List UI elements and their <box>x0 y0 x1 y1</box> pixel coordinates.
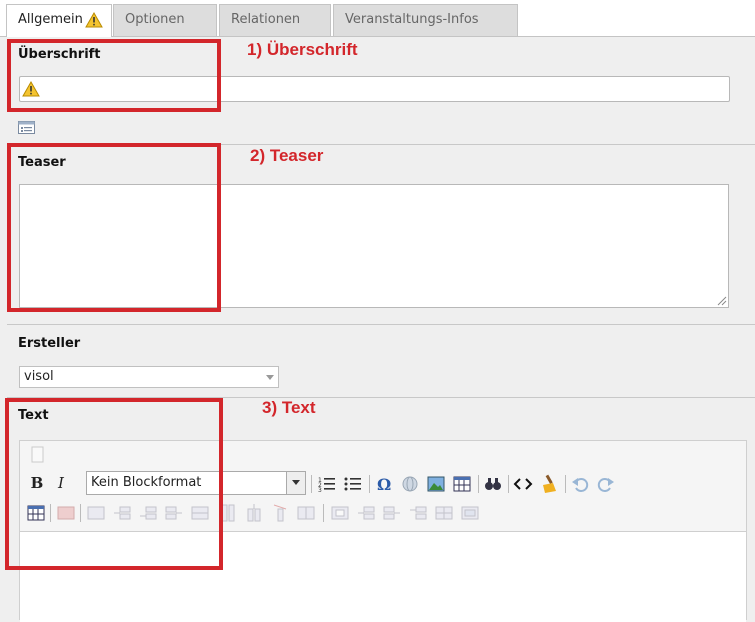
divider <box>7 397 755 398</box>
heading-input[interactable] <box>19 76 730 102</box>
tab-bar: Allgemein Optionen Relationen Veranstalt… <box>0 0 755 37</box>
blockformat-select[interactable]: Kein Blockformat <box>86 471 306 495</box>
toolbar-separator <box>369 475 370 493</box>
html-source-icon[interactable] <box>513 474 533 494</box>
tab-label: Optionen <box>125 12 185 27</box>
blockformat-value: Kein Blockformat <box>91 475 202 490</box>
divider <box>7 324 755 325</box>
teaser-textarea[interactable] <box>19 184 729 308</box>
toolbar-separator <box>508 475 509 493</box>
editor-content-area[interactable] <box>20 531 746 622</box>
tab-optionen[interactable]: Optionen <box>113 4 217 36</box>
creator-select[interactable]: visol <box>19 366 279 388</box>
special-character-icon[interactable]: Ω <box>374 474 394 494</box>
svg-text:Ω: Ω <box>377 475 391 494</box>
cell-split-icon[interactable] <box>434 503 454 523</box>
find-replace-icon[interactable] <box>483 474 503 494</box>
cell-insert-after-icon[interactable] <box>382 503 402 523</box>
bullet-list-icon[interactable] <box>343 474 363 494</box>
tab-label: Relationen <box>231 12 301 27</box>
tab-veranstaltungs-infos[interactable]: Veranstaltungs-Infos <box>333 4 518 36</box>
table-properties-icon[interactable] <box>26 503 46 523</box>
divider <box>7 144 755 145</box>
annotation-label-heading: 1) Überschrift <box>247 40 358 59</box>
warning-icon <box>85 12 103 28</box>
document-icon[interactable] <box>28 445 48 465</box>
annotation-label-teaser: 2) Teaser <box>250 146 324 165</box>
svg-text:3: 3 <box>318 487 322 494</box>
column-insert-icon[interactable] <box>244 503 264 523</box>
row-insert-after-icon[interactable] <box>138 503 158 523</box>
undo-icon[interactable] <box>570 474 590 494</box>
bold-button[interactable]: B <box>27 473 47 493</box>
tab-label: Allgemein <box>18 12 83 27</box>
chevron-down-icon[interactable] <box>286 472 305 494</box>
ordered-list-icon[interactable]: 1 2 3 <box>317 474 337 494</box>
cell-delete-icon[interactable] <box>408 503 428 523</box>
redo-icon[interactable] <box>596 474 616 494</box>
row-insert-before-icon[interactable] <box>112 503 132 523</box>
creator-label: Ersteller <box>18 336 81 351</box>
image-icon[interactable] <box>426 474 446 494</box>
table-icon[interactable] <box>452 474 472 494</box>
toolbar-separator <box>565 475 566 493</box>
link-globe-icon[interactable] <box>400 474 420 494</box>
rich-text-editor: B I Kein Blockformat 1 2 3 Ω <box>19 440 747 622</box>
column-split-icon[interactable] <box>296 503 316 523</box>
column-properties-icon[interactable] <box>218 503 238 523</box>
warning-icon <box>22 81 40 97</box>
toolbar-separator <box>323 504 324 522</box>
toolbar-separator <box>50 504 51 522</box>
tab-allgemein[interactable]: Allgemein <box>6 4 112 37</box>
teaser-label: Teaser <box>18 155 66 170</box>
annotation-label-text: 3) Text <box>262 398 316 417</box>
row-properties-icon[interactable] <box>86 503 106 523</box>
cell-insert-before-icon[interactable] <box>356 503 376 523</box>
tab-relationen[interactable]: Relationen <box>219 4 331 36</box>
cell-merge-icon[interactable] <box>460 503 480 523</box>
clean-format-icon[interactable] <box>539 474 559 494</box>
chevron-down-icon <box>266 375 274 380</box>
table-delete-icon[interactable] <box>56 503 76 523</box>
column-delete-icon[interactable] <box>270 503 290 523</box>
toolbar-separator <box>311 475 312 493</box>
field-wizard-icon[interactable] <box>18 121 36 135</box>
text-label: Text <box>18 408 49 423</box>
creator-value: visol <box>24 369 54 384</box>
toolbar-separator <box>80 504 81 522</box>
cell-properties-icon[interactable] <box>330 503 350 523</box>
resize-grip-icon[interactable] <box>717 296 727 306</box>
row-split-icon[interactable] <box>190 503 210 523</box>
heading-label: Überschrift <box>18 47 101 62</box>
row-delete-icon[interactable] <box>164 503 184 523</box>
toolbar-separator <box>478 475 479 493</box>
tab-label: Veranstaltungs-Infos <box>345 12 479 27</box>
italic-button[interactable]: I <box>51 473 71 493</box>
